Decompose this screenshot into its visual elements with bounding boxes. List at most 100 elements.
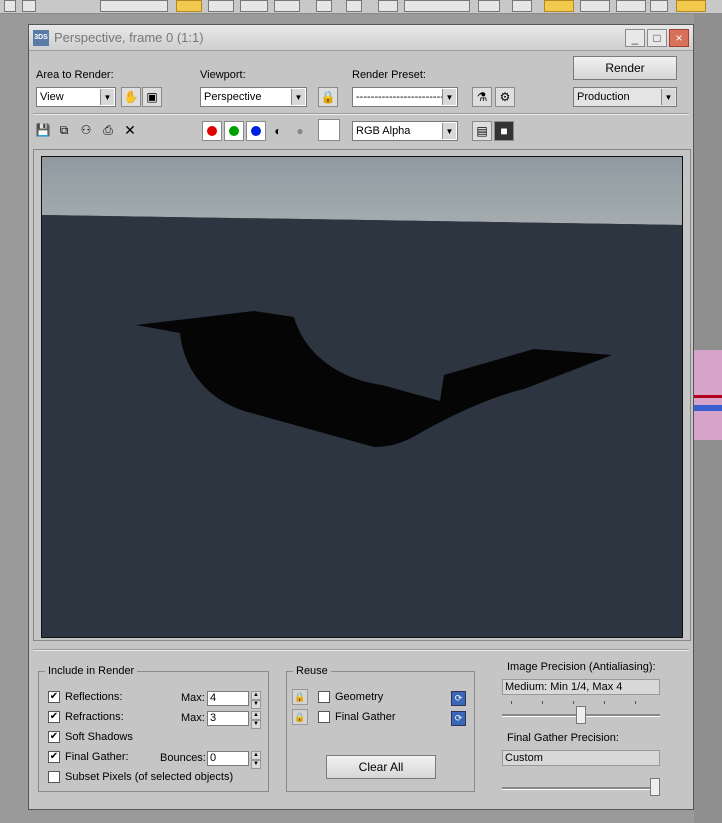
fg-precision-value: Custom [502,750,660,766]
slider-tick [542,701,543,704]
clear-icon[interactable]: ✕ [122,122,138,138]
monochrome-icon[interactable]: ● [292,123,308,139]
host-selection-dropdown[interactable] [100,0,168,12]
render-frame [33,149,691,641]
host-toolbar-dropdown[interactable] [404,0,470,12]
reuse-final-gather-checkbox[interactable]: Final Gather [318,711,396,723]
host-toolbar-button[interactable] [478,0,500,12]
checkbox-icon [318,691,330,703]
bounces-input[interactable]: 0 [207,751,249,766]
refractions-max-input[interactable]: 3 [207,711,249,726]
host-main-toolbar [0,0,722,14]
host-toolbar-button[interactable] [544,0,574,12]
area-to-render-dropdown[interactable]: View ▼ [36,87,116,107]
blue-channel-toggle[interactable] [246,121,266,141]
host-toolbar-button[interactable] [676,0,706,12]
subset-pixels-label: Subset Pixels (of selected objects) [65,771,234,783]
red-channel-toggle[interactable] [202,121,222,141]
host-toolbar-button[interactable] [22,0,36,12]
reflections-checkbox[interactable]: ✔ Reflections: [48,691,122,703]
host-toolbar-button[interactable] [512,0,532,12]
chevron-down-icon: ▼ [442,123,456,139]
slider-tick [604,701,605,704]
rendered-scene [42,157,682,637]
auto-region-icon[interactable]: ▣ [142,87,162,107]
maximize-button[interactable]: □ [647,28,667,47]
app-logo-icon: 3DS [33,29,49,46]
toolbar-divider [33,113,689,115]
host-toolbar-button[interactable] [346,0,362,12]
soft-shadows-checkbox[interactable]: ✔ Soft Shadows [48,731,133,743]
display-toggle-icon[interactable]: ■ [494,121,514,141]
render-setup-icon[interactable]: ⚗ [472,87,492,107]
title-bar[interactable]: 3DS Perspective, frame 0 (1:1) _ □ × [29,25,693,51]
area-to-render-value: View [40,91,64,103]
production-dropdown[interactable]: Production ▼ [573,87,677,107]
blue-dot-icon [251,126,261,136]
lock-icon[interactable]: 🔒 [318,87,338,107]
host-viewport-object-edge [694,395,722,398]
color-swatch[interactable] [318,119,340,141]
host-toolbar-button[interactable] [316,0,332,12]
rendered-frame-window: 3DS Perspective, frame 0 (1:1) _ □ × Are… [28,24,694,810]
subset-pixels-checkbox[interactable]: Subset Pixels (of selected objects) [48,771,233,783]
render-preset-dropdown[interactable]: ------------------------- ▼ [352,87,458,107]
copy-image-icon[interactable]: ⧉ [56,122,72,138]
host-toolbar-button[interactable] [616,0,646,12]
save-image-icon[interactable]: 💾 [35,122,51,138]
edit-region-icon[interactable]: ✋ [121,87,141,107]
image-precision-slider[interactable] [576,706,586,724]
refractions-spinner[interactable]: ▲ ▼ [251,711,261,729]
viewport-dropdown[interactable]: Perspective ▼ [200,87,307,107]
refresh-icon[interactable]: ⟳ [451,711,466,726]
lock-icon[interactable]: 🔒 [292,709,308,725]
refresh-icon[interactable]: ⟳ [451,691,466,706]
host-toolbar-button[interactable] [4,0,16,12]
environment-effects-icon[interactable]: ⚙ [495,87,515,107]
slider-tick [635,701,636,704]
geometry-label: Geometry [335,691,384,703]
viewport-value: Perspective [204,91,262,103]
reflections-max-input[interactable]: 4 [207,691,249,706]
display-toggle-icon[interactable]: ▤ [472,121,492,141]
reflections-max-label: Max: [181,692,205,704]
reflections-spinner[interactable]: ▲ ▼ [251,691,261,709]
rendered-image[interactable] [41,156,683,638]
print-image-icon[interactable]: ⎙ [100,122,116,138]
lock-icon[interactable]: 🔒 [292,689,308,705]
checkbox-icon [318,711,330,723]
green-channel-toggle[interactable] [224,121,244,141]
fg-precision-slider[interactable] [650,778,660,796]
host-select-tool-button[interactable] [176,0,202,12]
panel-divider [33,649,689,651]
channel-display-dropdown[interactable]: RGB Alpha ▼ [352,121,458,141]
alpha-channel-icon[interactable]: ◐ [270,123,286,139]
final-gather-checkbox[interactable]: ✔ Final Gather: [48,751,129,763]
area-to-render-label: Area to Render: [36,69,114,81]
host-toolbar-button[interactable] [378,0,398,12]
minimize-button[interactable]: _ [625,28,645,47]
host-select-region-button[interactable] [208,0,234,12]
reuse-final-gather-label: Final Gather [335,711,396,723]
bounces-spinner[interactable]: ▲ ▼ [251,751,261,769]
reflections-label: Reflections: [65,691,123,703]
geometry-checkbox[interactable]: Geometry [318,691,383,703]
refractions-label: Refractions: [65,711,124,723]
refractions-max-label: Max: [181,712,205,724]
refractions-checkbox[interactable]: ✔ Refractions: [48,711,124,723]
host-toolbar-button[interactable] [650,0,668,12]
production-value: Production [577,91,630,103]
clone-frame-icon[interactable]: ⚇ [78,122,94,138]
fg-precision-track[interactable] [502,787,660,790]
render-preset-value: ------------------------- [356,91,448,103]
close-button[interactable]: × [669,28,689,47]
host-window-crossing-button[interactable] [240,0,268,12]
checkbox-icon: ✔ [48,711,60,723]
host-toolbar-button[interactable] [580,0,610,12]
fg-precision-label: Final Gather Precision: [507,732,619,744]
clear-all-button[interactable]: Clear All [326,755,436,779]
host-viewport-object-edge [694,405,722,411]
render-button[interactable]: Render [573,56,677,80]
host-toolbar-button[interactable] [274,0,300,12]
chevron-down-icon: ▼ [291,89,305,105]
